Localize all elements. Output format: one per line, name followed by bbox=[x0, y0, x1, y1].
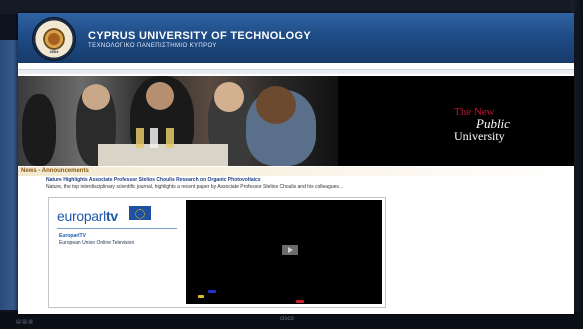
logo-divider bbox=[57, 228, 177, 229]
seal-year: 2004 bbox=[49, 49, 59, 54]
seal-center-icon bbox=[48, 33, 60, 45]
drink-glass bbox=[166, 128, 174, 148]
navigation-bar bbox=[18, 63, 574, 70]
person-head bbox=[146, 82, 174, 110]
web-page: 2004 CYPRUS UNIVERSITY OF TECHNOLOGY ΤΕΧ… bbox=[18, 13, 574, 314]
europarl-tv-suffix: tv bbox=[105, 208, 118, 224]
students-photo bbox=[18, 76, 338, 166]
europarl-video-panel: europarltv EuroparlTV European Union Onl… bbox=[48, 197, 386, 308]
channel-name: EuroparlTV bbox=[59, 233, 86, 239]
europarltv-logo[interactable]: europarltv bbox=[57, 208, 118, 226]
play-icon[interactable] bbox=[282, 245, 298, 255]
person-figure bbox=[22, 94, 56, 166]
site-title[interactable]: CYPRUS UNIVERSITY OF TECHNOLOGY bbox=[88, 30, 311, 42]
university-seal-logo[interactable]: 2004 bbox=[32, 17, 76, 61]
video-artifact bbox=[198, 295, 204, 298]
europarl-brand: europarl bbox=[57, 208, 106, 224]
site-header: 2004 CYPRUS UNIVERSITY OF TECHNOLOGY ΤΕΧ… bbox=[18, 13, 574, 63]
taskbar-icons: ▤ ▤ ▥ bbox=[16, 319, 33, 325]
person-head bbox=[256, 86, 296, 124]
person-head bbox=[82, 84, 110, 110]
person-head bbox=[214, 82, 244, 112]
navigation-divider bbox=[18, 70, 574, 74]
banner-slogan: The New Public University bbox=[454, 106, 564, 144]
eu-flag-icon bbox=[129, 206, 151, 220]
news-section-header: News - Announcements bbox=[18, 167, 574, 176]
hero-banner: The New Public University bbox=[18, 76, 574, 166]
drink-glass bbox=[136, 128, 144, 148]
site-subtitle: ΤΕΧΝΟΛΟΓΙΚΟ ΠΑΝΕΠΙΣΤΗΜΙΟ ΚΥΠΡΟΥ bbox=[88, 43, 217, 49]
news-section-label[interactable]: News - Announcements bbox=[21, 168, 89, 174]
news-headline-link[interactable]: Nature Highlights Associate Professor St… bbox=[46, 177, 261, 183]
drink-glass bbox=[150, 128, 158, 148]
screen-top-border bbox=[0, 0, 583, 14]
channel-description: European Union Online Television bbox=[59, 240, 135, 246]
cafe-table bbox=[98, 144, 228, 166]
video-artifact bbox=[208, 290, 216, 293]
video-player[interactable] bbox=[186, 200, 382, 304]
news-summary: Nature, the top interdisciplinary scient… bbox=[46, 184, 344, 190]
video-artifact bbox=[296, 300, 304, 303]
cisco-logo: cisco bbox=[280, 316, 294, 322]
